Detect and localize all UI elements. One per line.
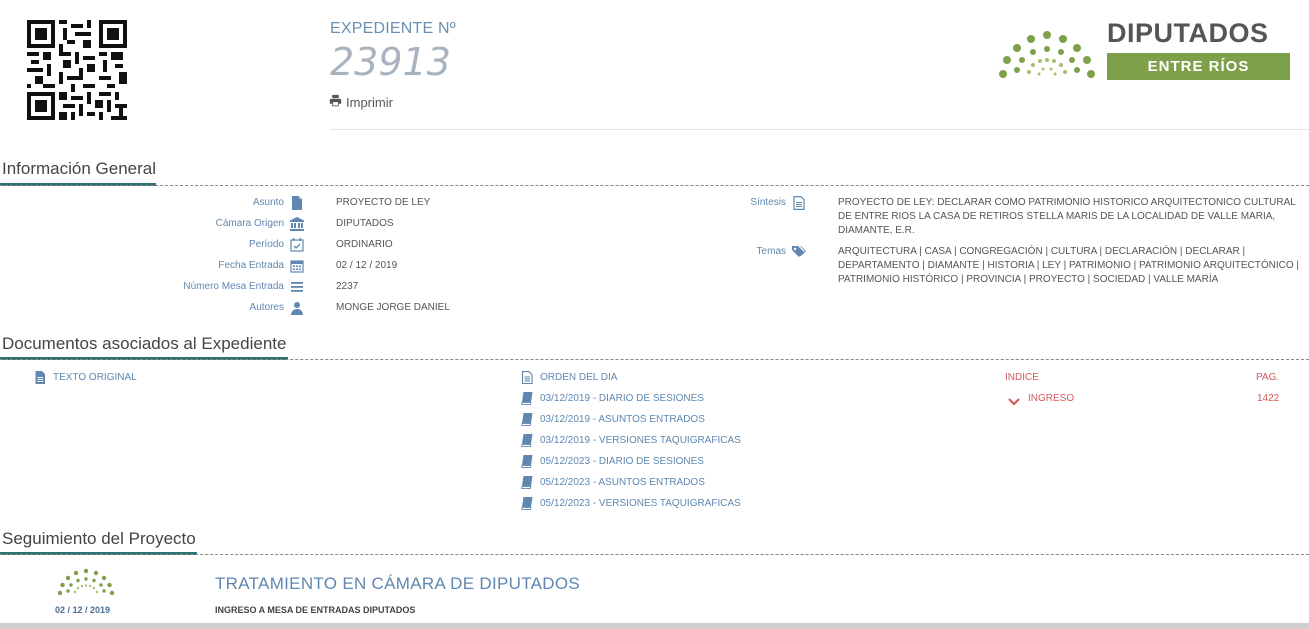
link-document-item-3[interactable]: 03/12/2019 - VERSIONES TAQUIGRAFICAS [540, 435, 741, 446]
label-numero-mesa: Número Mesa Entrada [183, 281, 284, 292]
value-temas-line-1: ARQUITECTURA | CASA | CONGREGACIÓN | CUL… [838, 246, 1246, 257]
value-asunto: PROYECTO DE LEY [336, 197, 431, 208]
label-periodo: Período [248, 239, 284, 250]
book-icon [521, 497, 534, 510]
value-sintesis-line-2: DE ENTRE RIOS LA CASA DE RETIROS STELLA … [838, 211, 1276, 222]
value-sintesis-line-3: DIAMANTE, E.R. [838, 225, 915, 236]
link-document-item-6[interactable]: 05/12/2023 - VERSIONES TAQUIGRAFICAS [540, 498, 741, 509]
tags-icon [792, 245, 806, 259]
book-icon [521, 392, 534, 405]
diputados-logo-mark [999, 31, 1095, 78]
user-icon [290, 301, 304, 315]
pag-value: 1422 [1257, 393, 1280, 404]
label-sintesis: Síntesis [750, 197, 786, 208]
value-sintesis-line-1: PROYECTO DE LEY: DECLARAR COMO PATRIMONI… [838, 197, 1296, 208]
value-camara-origen: DIPUTADOS [336, 218, 394, 229]
link-document-item-4[interactable]: 05/12/2023 - DIARIO DE SESIONES [540, 456, 704, 467]
indice-item-ingreso[interactable]: INGRESO [1028, 393, 1074, 404]
label-camara-origen: Cámara Origen [215, 218, 284, 229]
expediente-number: 23913 [330, 40, 451, 84]
tracking-date: 02 / 12 / 2019 [55, 605, 111, 615]
value-periodo: ORDINARIO [336, 239, 393, 250]
link-document-item-1[interactable]: 03/12/2019 - DIARIO DE SESIONES [540, 393, 704, 404]
tracking-subtitle: INGRESO A MESA DE ENTRADAS DIPUTADOS [215, 605, 416, 615]
tracking-title: TRATAMIENTO EN CÁMARA DE DIPUTADOS [215, 574, 581, 593]
book-icon [521, 434, 534, 447]
link-texto-original[interactable]: TEXTO ORIGINAL [53, 372, 137, 383]
file-text-icon [792, 196, 806, 210]
indice-header: INDICE [1005, 372, 1039, 383]
file-text-icon [521, 371, 534, 384]
bank-icon [290, 217, 304, 231]
logo-title: DIPUTADOS [1107, 18, 1269, 48]
label-temas: Temas [756, 246, 786, 257]
list-icon [290, 280, 304, 294]
section-tracking-divider [0, 554, 1309, 555]
diputados-logo-mark-small [57, 568, 115, 596]
expediente-label: EXPEDIENTE Nº [330, 20, 456, 37]
print-button[interactable]: Imprimir [329, 94, 393, 110]
pag-header: PAG. [1256, 372, 1280, 383]
header-divider [330, 129, 1309, 130]
book-icon [521, 455, 534, 468]
link-document-item-2[interactable]: 03/12/2019 - ASUNTOS ENTRADOS [540, 414, 705, 425]
link-orden-del-dia[interactable]: ORDEN DEL DIA [540, 372, 617, 383]
section-documents-divider [0, 359, 1309, 360]
file-icon [290, 196, 304, 210]
calendar-icon [290, 259, 304, 273]
calendar-check-icon [290, 238, 304, 252]
book-icon [521, 476, 534, 489]
file-icon [34, 371, 47, 384]
label-fecha-entrada: Fecha Entrada [218, 260, 284, 271]
label-autores: Autores [249, 302, 284, 313]
value-temas-line-3: PATRIMONIO HISTÓRICO | PROVINCIA | PROYE… [838, 274, 1219, 285]
print-label: Imprimir [346, 94, 393, 110]
section-documents-title: Documentos asociados al Expediente [2, 334, 287, 353]
section-tracking-title: Seguimiento del Proyecto [2, 529, 196, 548]
value-numero-mesa: 2237 [336, 281, 359, 292]
link-document-item-5[interactable]: 05/12/2023 - ASUNTOS ENTRADOS [540, 477, 705, 488]
printer-icon [329, 94, 342, 110]
qr-code [27, 20, 127, 120]
value-fecha-entrada: 02 / 12 / 2019 [336, 260, 398, 271]
chevron-down-icon[interactable] [1008, 394, 1020, 406]
book-icon [521, 413, 534, 426]
section-general-divider [0, 185, 1309, 186]
value-autores: MONGE JORGE DANIEL [336, 302, 450, 313]
label-asunto: Asunto [252, 197, 284, 208]
section-general-title: Información General [2, 159, 157, 178]
value-temas-line-2: DEPARTAMENTO | DIAMANTE | HISTORIA | LEY… [838, 260, 1300, 271]
horizontal-scrollbar[interactable] [0, 623, 1309, 629]
logo-subtitle: ENTRE RÍOS [1107, 53, 1290, 80]
